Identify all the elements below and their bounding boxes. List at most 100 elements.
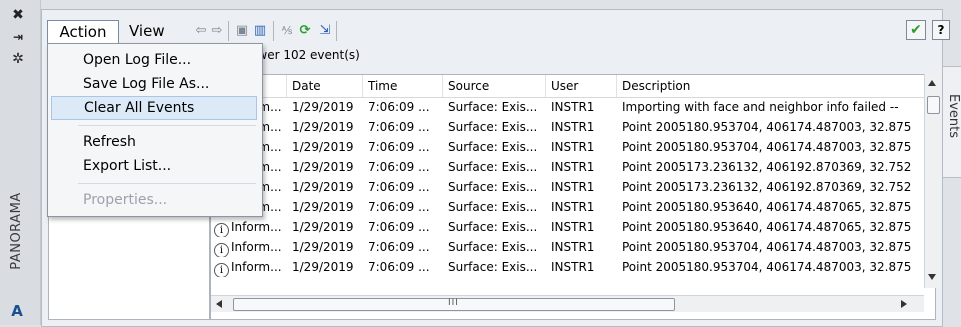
app-icon[interactable]: A — [8, 302, 26, 320]
cell-source: Surface: Exis... — [448, 120, 538, 134]
scroll-up-arrow-icon[interactable] — [928, 80, 936, 86]
table-row[interactable]: iInform...1/29/20197:06:09 ...Surface: E… — [211, 217, 921, 237]
event-count-status: ewer 102 event(s) — [250, 48, 360, 62]
horizontal-scroll-thumb[interactable]: III — [233, 298, 675, 311]
cell-desc: Importing with face and neighbor info fa… — [622, 100, 899, 114]
menu-separator — [78, 183, 256, 184]
event-type-label: Inform... — [231, 220, 282, 234]
forward-arrow-icon[interactable]: ⇨ — [208, 22, 226, 40]
cell-desc: Point 2005173.236132, 406192.870369, 32.… — [622, 160, 912, 174]
column-header-user[interactable]: User — [546, 75, 617, 97]
auto-hide-icon[interactable]: ⇥ — [6, 28, 30, 46]
event-type-label: Inform... — [231, 260, 282, 274]
cell-time: 7:06:09 ... — [368, 200, 430, 214]
info-icon: i — [214, 263, 229, 277]
cell-date: 1/29/2019 — [292, 120, 354, 134]
cell-user: INSTR1 — [551, 180, 595, 194]
toolbar-divider — [228, 21, 229, 41]
filter-icon[interactable]: ⅍ — [278, 22, 296, 40]
tab-events-label: Events — [946, 93, 961, 138]
menu-item-save-log-file-as[interactable]: Save Log File As... — [51, 72, 257, 96]
view-menu-button[interactable]: View — [129, 20, 165, 44]
cell-time: 7:06:09 ... — [368, 220, 430, 234]
check-icon[interactable]: ✔ — [906, 20, 926, 40]
cell-source: Surface: Exis... — [448, 200, 538, 214]
cell-user: INSTR1 — [551, 260, 595, 274]
cell-user: INSTR1 — [551, 240, 595, 254]
cell-desc: Point 2005180.953704, 406174.487003, 32.… — [622, 140, 912, 154]
cell-desc: Point 2005180.953704, 406174.487003, 32.… — [622, 240, 912, 254]
table-row[interactable]: iInform...1/29/20197:06:09 ...Surface: E… — [211, 177, 921, 197]
refresh-icon[interactable]: ⟳ — [296, 22, 314, 40]
menu-item-properties: Properties... — [83, 192, 168, 208]
table-row[interactable]: iInform...1/29/20197:06:09 ...Surface: E… — [211, 237, 921, 257]
column-header-time[interactable]: Time — [363, 75, 443, 97]
column-header-source[interactable]: Source — [443, 75, 546, 97]
cell-source: Surface: Exis... — [448, 160, 538, 174]
list-view-icon[interactable]: ▥ — [251, 22, 269, 40]
cell-user: INSTR1 — [551, 160, 595, 174]
cell-date: 1/29/2019 — [292, 200, 354, 214]
event-type-label: Inform... — [231, 240, 282, 254]
palette-side-strip: ✖ ⇥ ✲ PANORAMA A — [0, 0, 41, 325]
tab-events[interactable]: Events — [941, 66, 961, 178]
action-menu-button[interactable]: Action — [47, 20, 119, 44]
cell-user: INSTR1 — [551, 200, 595, 214]
cell-desc: Point 2005180.953640, 406174.487065, 32.… — [622, 200, 912, 214]
table-row[interactable]: iInform...1/29/20197:06:09 ...Surface: E… — [211, 117, 921, 137]
cell-desc: Point 2005180.953640, 406174.487065, 32.… — [622, 220, 912, 234]
cell-user: INSTR1 — [551, 120, 595, 134]
cell-date: 1/29/2019 — [292, 100, 354, 114]
cell-date: 1/29/2019 — [292, 260, 354, 274]
scroll-left-arrow-icon[interactable] — [216, 300, 222, 308]
cell-date: 1/29/2019 — [292, 180, 354, 194]
scroll-right-arrow-icon[interactable] — [901, 300, 907, 308]
cell-time: 7:06:09 ... — [368, 100, 430, 114]
cell-desc: Point 2005180.953704, 406174.487003, 32.… — [622, 260, 912, 274]
table-row[interactable]: iInform...1/29/20197:06:09 ...Surface: E… — [211, 137, 921, 157]
horizontal-scrollbar[interactable]: III — [211, 295, 924, 312]
cell-source: Surface: Exis... — [448, 140, 538, 154]
menu-separator — [78, 125, 256, 126]
cell-type: iInform... — [211, 217, 287, 237]
cell-source: Surface: Exis... — [448, 240, 538, 254]
table-row[interactable]: iInform...1/29/20197:06:09 ...Surface: E… — [211, 97, 921, 117]
help-button[interactable]: ? — [932, 20, 950, 40]
scroll-down-arrow-icon[interactable] — [928, 274, 936, 280]
menu-item-refresh[interactable]: Refresh — [51, 130, 257, 154]
cell-time: 7:06:09 ... — [368, 120, 430, 134]
event-list[interactable]: Date Time Source User Description iInfor… — [210, 74, 936, 320]
cell-date: 1/29/2019 — [292, 240, 354, 254]
column-header-description[interactable]: Description — [617, 75, 935, 97]
menu-item-open-log-file[interactable]: Open Log File... — [51, 48, 257, 72]
cell-user: INSTR1 — [551, 140, 595, 154]
toolbar-divider — [273, 21, 274, 41]
cell-source: Surface: Exis... — [448, 220, 538, 234]
menu-item-export-list[interactable]: Export List... — [51, 154, 257, 178]
cell-time: 7:06:09 ... — [368, 180, 430, 194]
cell-time: 7:06:09 ... — [368, 160, 430, 174]
cell-type: iInform... — [211, 237, 287, 257]
action-dropdown-menu: Open Log File... Save Log File As... Cle… — [47, 43, 263, 217]
column-header-date[interactable]: Date — [287, 75, 363, 97]
cell-user: INSTR1 — [551, 100, 595, 114]
palette-title: PANORAMA — [9, 192, 24, 270]
properties-icon[interactable]: ✲ — [6, 50, 30, 68]
table-row[interactable]: iInform...1/29/20197:06:09 ...Surface: E… — [211, 257, 921, 277]
cell-source: Surface: Exis... — [448, 180, 538, 194]
toolbar-divider — [336, 21, 337, 41]
cell-desc: Point 2005180.953704, 406174.487003, 32.… — [622, 120, 912, 134]
info-icon: i — [214, 223, 229, 237]
close-icon[interactable]: ✖ — [6, 6, 30, 24]
grid-header: Date Time Source User Description — [211, 75, 935, 98]
table-row[interactable]: iInform...1/29/20197:06:09 ...Surface: E… — [211, 157, 921, 177]
cell-desc: Point 2005173.236132, 406192.870369, 32.… — [622, 180, 912, 194]
cell-type: iInform... — [211, 257, 287, 277]
table-row[interactable]: iInform...1/29/20197:06:09 ...Surface: E… — [211, 197, 921, 217]
menu-item-clear-all-events[interactable]: Clear All Events — [51, 96, 257, 120]
cell-date: 1/29/2019 — [292, 140, 354, 154]
vertical-scroll-thumb[interactable] — [927, 96, 940, 114]
vertical-scrollbar[interactable] — [924, 74, 941, 288]
properties-panel-icon[interactable]: ▣ — [233, 22, 251, 40]
export-icon[interactable]: ⇲ — [316, 22, 334, 40]
